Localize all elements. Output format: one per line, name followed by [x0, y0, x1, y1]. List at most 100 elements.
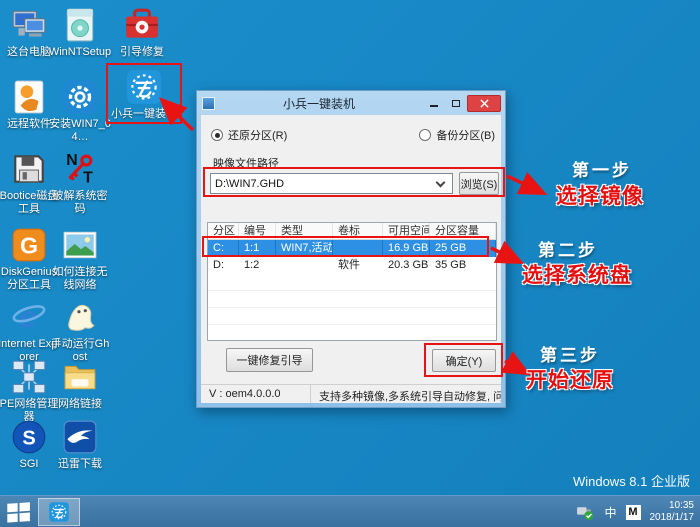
cell-number: 1:1	[239, 240, 276, 257]
system-tray: 中 M 10:35 2018/1/17	[576, 496, 694, 527]
desktop-icon-install-win7[interactable]: 安装WIN7_64…	[48, 78, 112, 144]
cell-partition: D:	[213, 259, 224, 271]
start-button[interactable]	[6, 500, 32, 524]
svg-text:N: N	[66, 152, 77, 169]
clock-date: 2018/1/17	[649, 512, 695, 523]
arrow-step3	[500, 351, 532, 376]
desktop-icon-boot-repair[interactable]: 引导修复	[110, 6, 174, 59]
cell-capacity: 35 GB	[435, 259, 467, 271]
fix-boot-button[interactable]: 一键修复引导	[226, 348, 313, 372]
thunder-bird-icon	[61, 418, 99, 456]
desktop-icon-network-links[interactable]: 网络链接	[48, 358, 112, 411]
minimize-button[interactable]	[423, 95, 445, 112]
version-text: V : oem4.0.0.0	[201, 385, 311, 403]
internet-explorer-icon: e	[10, 298, 48, 336]
step2-action: 选择系统盘	[522, 264, 632, 287]
cell-partition: C:	[208, 240, 239, 257]
backup-partition-radio[interactable]: 备份分区(B)	[419, 127, 495, 143]
restore-radio-label: 还原分区(R)	[228, 130, 288, 142]
installer-dialog: 小兵一键装机 还原分区(R) 备份分区(B) 映像文件路径 D:\WIN7.GH…	[196, 90, 506, 408]
col-header-type[interactable]: 类型	[276, 223, 333, 239]
col-header-capacity[interactable]: 分区容量	[430, 223, 496, 239]
col-header-number[interactable]: 编号	[239, 223, 276, 239]
desktop-icon-wifi-help[interactable]: 如何连接无线网络	[48, 226, 112, 292]
image-path-value: D:\WIN7.GHD	[215, 177, 285, 190]
nt-key-icon: N T	[61, 150, 99, 188]
restore-partition-radio[interactable]: 还原分区(R)	[211, 127, 287, 143]
windows-logo-icon	[7, 502, 30, 523]
computer-icon	[10, 6, 48, 44]
browse-button[interactable]: 浏览(S)	[459, 172, 499, 195]
step3-action: 开始还原	[526, 369, 614, 392]
diskgenius-icon: G	[10, 226, 48, 264]
backup-radio-label: 备份分区(B)	[436, 130, 495, 142]
radio-unchecked-icon	[419, 129, 432, 141]
svg-text:S: S	[22, 427, 35, 449]
os-watermark: Windows 8.1 企业版	[572, 474, 690, 489]
network-nodes-icon	[10, 358, 48, 396]
folder-icon	[61, 358, 99, 396]
step2-label: 第二步	[538, 241, 598, 260]
image-path-label: 映像文件路径	[213, 158, 279, 170]
radio-checked-icon	[211, 129, 223, 141]
installer-app-icon	[125, 68, 163, 106]
step1-label: 第一步	[572, 161, 632, 180]
table-empty-area	[208, 274, 496, 340]
image-path-combobox[interactable]: D:\WIN7.GHD	[210, 173, 453, 194]
desktop: 这台电脑 WinNTSetup 引导修复 远程软件 安装WIN7_64… 小兵一…	[0, 0, 700, 527]
cell-free-space: 20.3 GB	[388, 259, 429, 271]
cell-number: 1:2	[244, 259, 260, 271]
desktop-icon-installer[interactable]: 小兵一键装机	[108, 68, 180, 121]
ok-button[interactable]: 确定(Y)	[432, 349, 496, 372]
cell-label: 软件	[338, 259, 360, 271]
ghost-icon	[61, 298, 99, 336]
cell-type: WIN7,活动	[276, 240, 333, 257]
partition-row-c[interactable]: C: 1:1 WIN7,活动 16.9 GB 25 GB	[208, 240, 496, 257]
close-icon	[479, 98, 489, 108]
remote-software-icon	[10, 78, 48, 116]
svg-text:T: T	[83, 170, 93, 187]
cell-label	[333, 240, 383, 257]
taskbar-installer-app[interactable]	[38, 498, 80, 526]
desktop-icon-ghost[interactable]: 手动运行Ghost	[48, 298, 112, 364]
svg-text:G: G	[20, 232, 38, 258]
desktop-icon-thunder[interactable]: 迅雷下载	[48, 418, 112, 471]
minimize-icon	[430, 105, 438, 107]
cell-type	[276, 257, 333, 274]
taskbar: 中 M 10:35 2018/1/17	[0, 495, 700, 527]
cell-free-space: 16.9 GB	[383, 240, 430, 257]
floppy-disk-icon	[10, 150, 48, 188]
desktop-icon-password-crack[interactable]: N T 破解系统密码	[48, 150, 112, 216]
usb-eject-icon[interactable]	[576, 504, 595, 521]
ime-language-indicator[interactable]: 中	[604, 504, 616, 521]
gear-icon	[61, 78, 99, 116]
ime-mode-icon[interactable]: M	[625, 504, 641, 520]
step1-action: 选择镜像	[556, 185, 644, 208]
chevron-down-icon	[435, 177, 446, 187]
partition-row-d[interactable]: D: 1:2 软件 20.3 GB 35 GB	[208, 257, 496, 274]
dialog-body: 还原分区(R) 备份分区(B) 映像文件路径 D:\WIN7.GHD 浏览(S)…	[201, 115, 501, 403]
dialog-titlebar[interactable]: 小兵一键装机	[197, 91, 505, 115]
table-header-row: 分区 编号 类型 卷标 可用空间 分区容量	[208, 223, 496, 240]
status-info-text: 支持多种镜像,多系统引导自动修复, 问题反馈QQ群:606616468	[319, 391, 501, 403]
col-header-partition[interactable]: 分区	[208, 223, 239, 239]
desktop-icon-winntsetup[interactable]: WinNTSetup	[48, 6, 112, 59]
dialog-app-icon	[202, 96, 215, 110]
step3-label: 第三步	[540, 346, 600, 365]
photo-icon	[61, 226, 99, 264]
maximize-button[interactable]	[445, 95, 467, 112]
col-header-free-space[interactable]: 可用空间	[383, 223, 430, 239]
close-button[interactable]	[467, 94, 501, 112]
col-header-label[interactable]: 卷标	[333, 223, 383, 239]
dialog-statusbar: V : oem4.0.0.0 支持多种镜像,多系统引导自动修复, 问题反馈QQ群…	[201, 384, 501, 403]
partition-table: 分区 编号 类型 卷标 可用空间 分区容量 C: 1:1 WIN7,活动 16.…	[207, 222, 497, 341]
clock-time: 10:35	[668, 499, 694, 511]
taskbar-clock[interactable]: 10:35 2018/1/17	[650, 500, 695, 525]
package-icon	[61, 6, 99, 44]
toolbox-icon	[123, 6, 161, 44]
sgi-icon: S	[10, 418, 48, 456]
arrow-step1	[506, 171, 548, 195]
cell-capacity: 25 GB	[430, 240, 496, 257]
installer-app-icon	[49, 502, 69, 522]
maximize-icon	[452, 99, 460, 107]
